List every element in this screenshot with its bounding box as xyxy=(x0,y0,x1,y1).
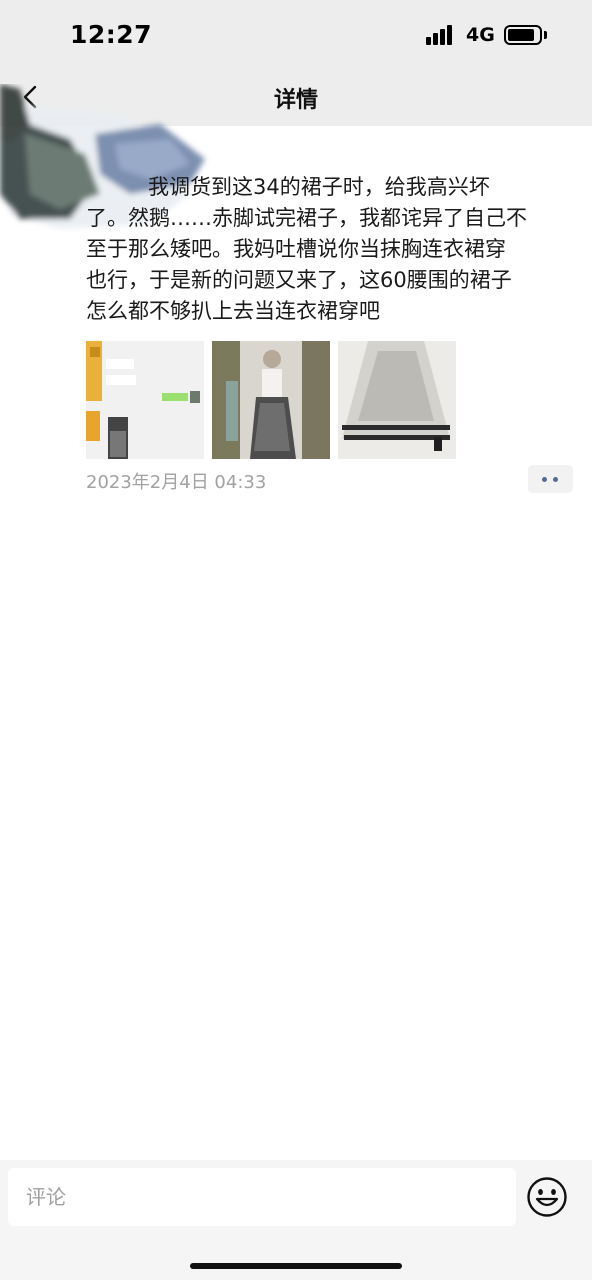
status-bar: 12:27 4G xyxy=(0,0,592,70)
comment-bar xyxy=(0,1160,592,1280)
comment-input[interactable] xyxy=(8,1168,516,1226)
emoji-smile-icon xyxy=(527,1177,567,1217)
post-text-line: 了。然鹅……赤脚试完裙子，我都诧异了自己不 xyxy=(86,206,527,230)
signal-strength-icon xyxy=(426,25,458,45)
post-date: 2023年2月4日 04:33 xyxy=(86,472,267,493)
home-indicator xyxy=(190,1263,402,1269)
network-type: 4G xyxy=(466,24,495,46)
status-time: 12:27 xyxy=(70,20,153,49)
post-text: 我调货到这34的裙子时，给我高兴坏 了。然鹅……赤脚试完裙子，我都诧异了自己不 … xyxy=(86,172,580,327)
emoji-button[interactable] xyxy=(526,1176,568,1218)
post-text-line: 怎么都不够扒上去当连衣裙穿吧 xyxy=(86,299,380,323)
post-text-line: 我调货到这34的裙子时，给我高兴坏 xyxy=(148,175,490,199)
post-text-line: 至于那么矮吧。我妈吐槽说你当抹胸连衣裙穿 xyxy=(86,237,506,261)
post-text-line: 也行，于是新的问题又来了，这60腰围的裙子 xyxy=(86,268,512,292)
battery-icon xyxy=(504,25,542,45)
skirt-mirror-photo-thumbnail[interactable] xyxy=(212,341,330,459)
skirt-hem-photo-thumbnail[interactable] xyxy=(338,341,456,459)
page-title: 详情 xyxy=(273,88,318,113)
nav-bar: 详情 xyxy=(0,70,592,126)
battery-tip xyxy=(544,31,547,39)
chat-screenshot-thumbnail[interactable] xyxy=(86,341,204,459)
more-button[interactable] xyxy=(528,465,573,493)
